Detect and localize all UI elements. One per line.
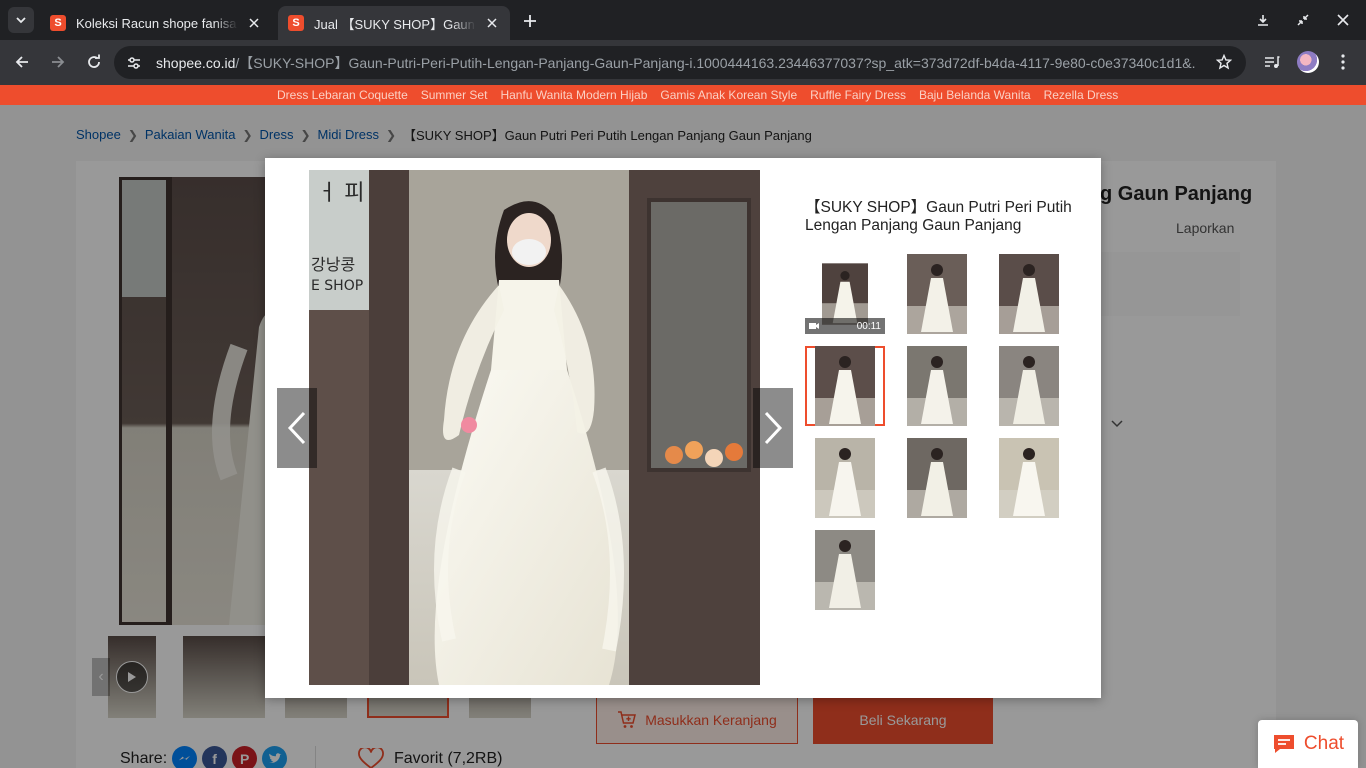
gallery-thumbnail[interactable]	[805, 438, 885, 518]
shopee-icon: S	[288, 15, 304, 31]
gallery-thumbnail[interactable]	[897, 254, 977, 334]
arrow-left-icon	[15, 56, 28, 68]
browser-tab[interactable]: S Koleksi Racun shope fanisa, P	[40, 6, 272, 40]
new-tab-button[interactable]	[518, 9, 542, 33]
video-duration: 00:11	[856, 320, 881, 332]
category-link[interactable]: Dress Lebaran Coquette	[277, 88, 408, 102]
plus-icon	[524, 15, 536, 27]
browser-tab-strip: S Koleksi Racun shope fanisa, P S Jual 【…	[0, 0, 1366, 40]
chevron-right-icon	[764, 411, 783, 445]
tab-search-button[interactable]	[8, 7, 34, 33]
chat-icon	[1273, 735, 1294, 753]
video-thumbnail[interactable]: 00:11	[805, 254, 885, 334]
url-text: shopee.co.id/【SUKY-SHOP】Gaun-Putri-Peri-…	[156, 53, 1196, 73]
category-link[interactable]: Hanfu Wanita Modern Hijab	[500, 88, 647, 102]
next-image-button[interactable]	[753, 388, 793, 468]
category-strip: Dress Lebaran Coquette Summer Set Hanfu Wa…	[0, 85, 1366, 105]
arrow-right-icon	[52, 56, 65, 68]
shopee-icon: S	[50, 15, 66, 31]
close-icon[interactable]	[246, 15, 262, 31]
tab-title: Koleksi Racun shope fanisa, P	[76, 15, 238, 31]
category-link[interactable]: Rezella Dress	[1044, 88, 1119, 102]
gallery-thumbnail[interactable]	[805, 346, 885, 426]
collapse-icon	[1297, 14, 1309, 26]
playlist-icon	[1265, 56, 1280, 68]
svg-text:ㅓ 피: ㅓ 피	[317, 181, 364, 206]
svg-text:E SHOP: E SHOP	[311, 278, 363, 294]
site-settings-icon[interactable]	[122, 51, 146, 75]
chat-label: Chat	[1303, 733, 1345, 754]
video-camera-icon	[809, 323, 819, 329]
browser-toolbar: shopee.co.id/【SUKY-SHOP】Gaun-Putri-Peri-…	[0, 40, 1366, 85]
forward-button[interactable]	[44, 48, 72, 76]
gallery-thumbnail[interactable]	[989, 438, 1069, 518]
modal-thumbnail-grid: 00:11	[805, 254, 1087, 614]
modal-main-image: ㅓ 피 강낭콩 E SHOP	[309, 170, 760, 685]
gallery-thumbnail[interactable]	[897, 438, 977, 518]
category-link[interactable]: Ruffle Fairy Dress	[810, 88, 906, 102]
video-duration-badge: 00:11	[805, 318, 885, 334]
url-host: shopee.co.id	[156, 54, 236, 71]
close-window-button[interactable]	[1331, 8, 1355, 32]
reload-button[interactable]	[80, 48, 108, 76]
browser-menu-button[interactable]	[1329, 48, 1357, 76]
tab-title: Jual 【SUKY SHOP】Gaun Putri	[314, 16, 476, 32]
gallery-thumbnail[interactable]	[989, 254, 1069, 334]
profile-avatar[interactable]	[1297, 51, 1319, 73]
image-gallery-modal: ㅓ 피 강낭콩 E SHOP 【SUKY SHOP】Gaun Putri Per…	[265, 158, 1101, 698]
previous-image-button[interactable]	[277, 388, 317, 468]
back-button[interactable]	[8, 48, 36, 76]
chevron-left-icon	[287, 411, 306, 445]
restore-window-button[interactable]	[1291, 8, 1315, 32]
category-link[interactable]: Summer Set	[421, 88, 488, 102]
chat-button[interactable]: Chat	[1258, 720, 1358, 768]
bookmark-star-icon[interactable]	[1214, 52, 1234, 72]
download-button[interactable]	[1251, 8, 1275, 32]
gallery-thumbnail[interactable]	[989, 346, 1069, 426]
gallery-thumbnail[interactable]	[805, 530, 885, 610]
media-controls-button[interactable]	[1258, 48, 1286, 76]
browser-tab-active[interactable]: S Jual 【SUKY SHOP】Gaun Putri	[278, 6, 510, 40]
gallery-thumbnail[interactable]	[897, 346, 977, 426]
reload-icon	[88, 54, 100, 68]
download-icon	[1258, 15, 1268, 26]
chevron-down-icon	[16, 17, 26, 24]
svg-text:강낭콩: 강낭콩	[311, 255, 355, 274]
category-link[interactable]: Gamis Anak Korean Style	[660, 88, 797, 102]
modal-product-title: 【SUKY SHOP】Gaun Putri Peri Putih Lengan …	[805, 199, 1072, 234]
url-path: /【SUKY-SHOP】Gaun-Putri-Peri-Putih-Lengan…	[235, 54, 1196, 71]
category-link[interactable]: Baju Belanda Wanita	[919, 88, 1031, 102]
more-vertical-icon	[1341, 54, 1345, 70]
close-icon[interactable]	[484, 15, 500, 31]
category-links: Dress Lebaran Coquette Summer Set Hanfu Wa…	[277, 85, 1118, 105]
close-icon	[1337, 14, 1349, 26]
address-bar[interactable]: shopee.co.id/【SUKY-SHOP】Gaun-Putri-Peri-…	[114, 46, 1246, 79]
